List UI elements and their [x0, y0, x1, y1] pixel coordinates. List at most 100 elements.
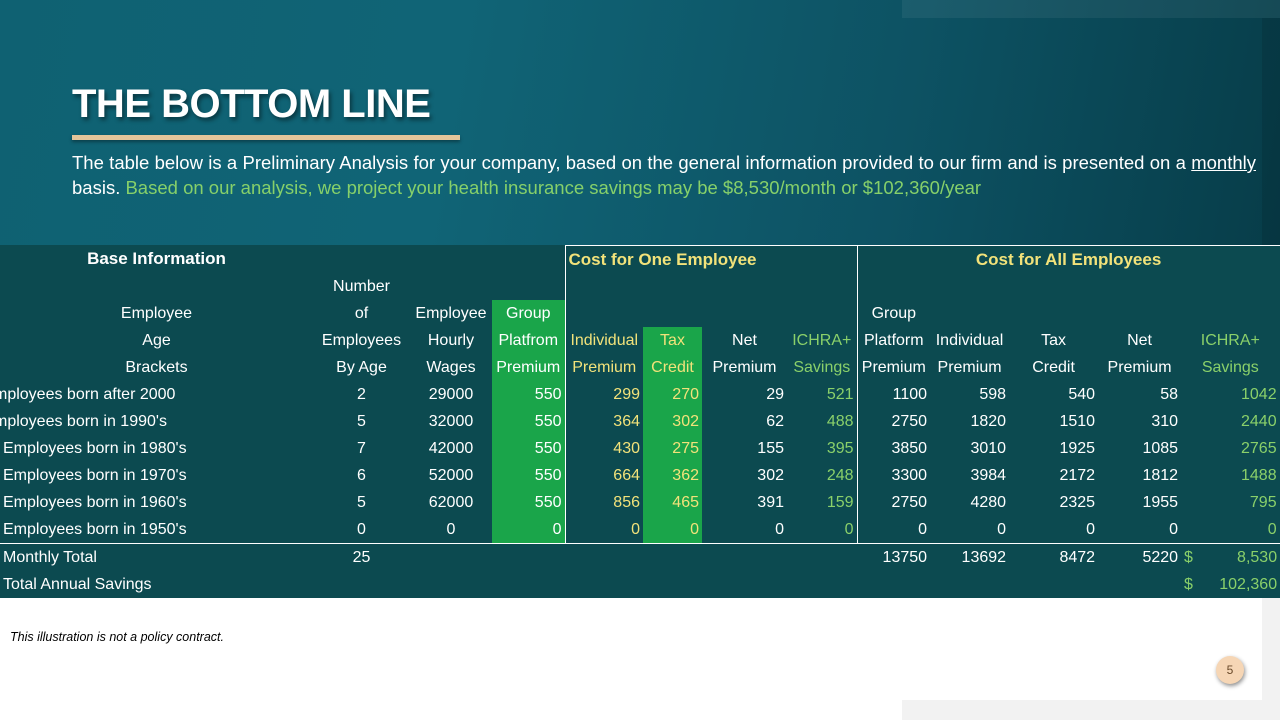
- all-individual-premium-cell: 598: [979, 385, 1007, 403]
- group-premium-cell: 550: [492, 408, 565, 435]
- count-cell: 5: [357, 493, 366, 511]
- intro-underlined: monthly: [1191, 152, 1256, 173]
- header-all-credit: Credit: [1032, 358, 1075, 376]
- all-group-premium-cell: 3850: [891, 439, 928, 457]
- ichra-savings-cell: 0: [787, 516, 858, 544]
- monthly-total-count: 25: [352, 548, 371, 566]
- ichra-savings-cell: 488: [787, 408, 858, 435]
- individual-premium-cell: 0: [564, 516, 643, 544]
- individual-premium-cell: 364: [564, 408, 643, 435]
- net-premium-cell: 391: [757, 493, 784, 511]
- header-number: Number: [333, 277, 390, 295]
- monthly-total-savings: $8,530: [1181, 544, 1280, 572]
- header-by-age: By Age: [336, 358, 387, 376]
- ichra-savings-cell: 248: [787, 462, 858, 489]
- group-premium-cell: 550: [492, 462, 565, 489]
- section-cost-all-employees: Cost for All Employees: [857, 245, 1280, 273]
- age-bracket-cell: Employees born in 1980's: [3, 439, 187, 457]
- monthly-total-row: Monthly Total 25 13750 13692 8472 5220 $…: [0, 544, 1280, 572]
- monthly-savings-value: 8,530: [1237, 548, 1278, 566]
- header-age: Age: [142, 331, 171, 349]
- group-premium-cell: 550: [492, 489, 565, 516]
- monthly-total-label: Monthly Total: [3, 548, 97, 566]
- table-row: mployees born in 1990's 5 32000 550 364 …: [0, 408, 1280, 435]
- all-net-premium-cell: 310: [1151, 412, 1179, 430]
- header-ind-premium: Premium: [564, 354, 643, 381]
- bottom-shade: [902, 700, 1280, 720]
- header-all-savings: Savings: [1181, 354, 1280, 381]
- all-net-premium-cell: 1085: [1142, 439, 1179, 457]
- header-all-group: Group: [871, 304, 917, 322]
- monthly-total-group-premium: 13750: [882, 548, 928, 566]
- table-row: Employees born in 1970's 6 52000 550 664…: [0, 462, 1280, 489]
- ichra-savings-cell: 159: [787, 489, 858, 516]
- count-cell: 7: [357, 439, 366, 457]
- count-cell: 5: [357, 412, 366, 430]
- individual-premium-cell: 856: [564, 489, 643, 516]
- tax-credit-cell: 270: [643, 381, 702, 408]
- header-all-net-premium: Premium: [1107, 358, 1172, 376]
- all-ichra-savings-cell: 0: [1181, 516, 1280, 544]
- header-premium: Premium: [492, 354, 565, 381]
- table-row: Employees born in 1960's 5 62000 550 856…: [0, 489, 1280, 516]
- header-tax: Tax: [643, 327, 702, 354]
- individual-premium-cell: 664: [564, 462, 643, 489]
- header-all-premium: Premium: [861, 358, 926, 376]
- all-tax-credit-cell: 1925: [1059, 439, 1096, 457]
- all-individual-premium-cell: 1820: [970, 412, 1007, 430]
- all-group-premium-cell: 2750: [891, 493, 928, 511]
- wage-cell: 29000: [428, 385, 474, 403]
- header-all-tax: Tax: [1041, 331, 1066, 349]
- currency-symbol: $: [1184, 548, 1193, 566]
- monthly-total-tax-credit: 8472: [1059, 548, 1096, 566]
- all-ichra-savings-cell: 795: [1181, 489, 1280, 516]
- age-bracket-cell: mployees born after 2000: [0, 385, 176, 403]
- all-ichra-savings-cell: 2440: [1181, 408, 1280, 435]
- intro-paragraph: The table below is a Preliminary Analysi…: [72, 150, 1256, 200]
- analysis-table: Base Information Cost for One Employee C…: [0, 245, 1280, 598]
- all-net-premium-cell: 1955: [1142, 493, 1179, 511]
- all-net-premium-cell: 0: [1098, 516, 1182, 544]
- header-net: Net: [732, 331, 757, 349]
- all-group-premium-cell: 3300: [891, 466, 928, 484]
- header-ichra: ICHRA+: [787, 327, 858, 354]
- monthly-total-individual-premium: 13692: [961, 548, 1007, 566]
- page-title: THE BOTTOM LINE: [72, 82, 431, 126]
- header-group: Group: [492, 300, 565, 327]
- group-premium-cell: 550: [492, 435, 565, 462]
- page-number-badge: 5: [1216, 656, 1244, 684]
- annual-savings-row: Total Annual Savings $102,360: [0, 571, 1280, 598]
- header-platform: Platfrom: [492, 327, 565, 354]
- all-group-premium-cell: 0: [857, 516, 931, 544]
- header-row-3: Age Employees Hourly Platfrom Individual…: [0, 327, 1280, 354]
- header-wages: Wages: [426, 358, 476, 376]
- annual-savings-label: Total Annual Savings: [3, 575, 152, 593]
- section-header-row: Base Information Cost for One Employee C…: [0, 245, 1280, 273]
- ichra-savings-cell: 521: [787, 381, 858, 408]
- header-banner: THE BOTTOM LINE The table below is a Pre…: [0, 0, 1280, 245]
- intro-text: The table below is a Preliminary Analysi…: [72, 152, 1192, 173]
- all-individual-premium-cell: 3010: [970, 439, 1007, 457]
- all-net-premium-cell: 1812: [1142, 466, 1179, 484]
- header-net-premium: Premium: [712, 358, 777, 376]
- tax-credit-cell: 465: [643, 489, 702, 516]
- all-individual-premium-cell: 4280: [970, 493, 1007, 511]
- all-net-premium-cell: 58: [1160, 385, 1179, 403]
- all-group-premium-cell: 1100: [892, 385, 928, 403]
- ichra-savings-cell: 395: [787, 435, 858, 462]
- age-bracket-cell: Employees born in 1970's: [3, 466, 187, 484]
- net-premium-cell: 62: [766, 412, 784, 430]
- group-premium-cell: 550: [492, 381, 565, 408]
- net-premium-cell: 155: [757, 439, 784, 457]
- header-individual: Individual: [564, 327, 643, 354]
- annual-savings-total: $102,360: [1181, 571, 1280, 598]
- net-premium-cell: 302: [757, 466, 784, 484]
- header-brackets: Brackets: [125, 358, 188, 376]
- all-group-premium-cell: 2750: [891, 412, 928, 430]
- age-bracket-cell: Employees born in 1950's: [0, 516, 313, 544]
- count-cell: 6: [357, 466, 366, 484]
- header-all-ichra: ICHRA+: [1181, 327, 1280, 354]
- header-employee: Employee: [120, 304, 193, 322]
- table-row: Employees born in 1950's 0 0 0 0 0 0 0 0…: [0, 516, 1280, 544]
- table-row: Employees born in 1980's 7 42000 550 430…: [0, 435, 1280, 462]
